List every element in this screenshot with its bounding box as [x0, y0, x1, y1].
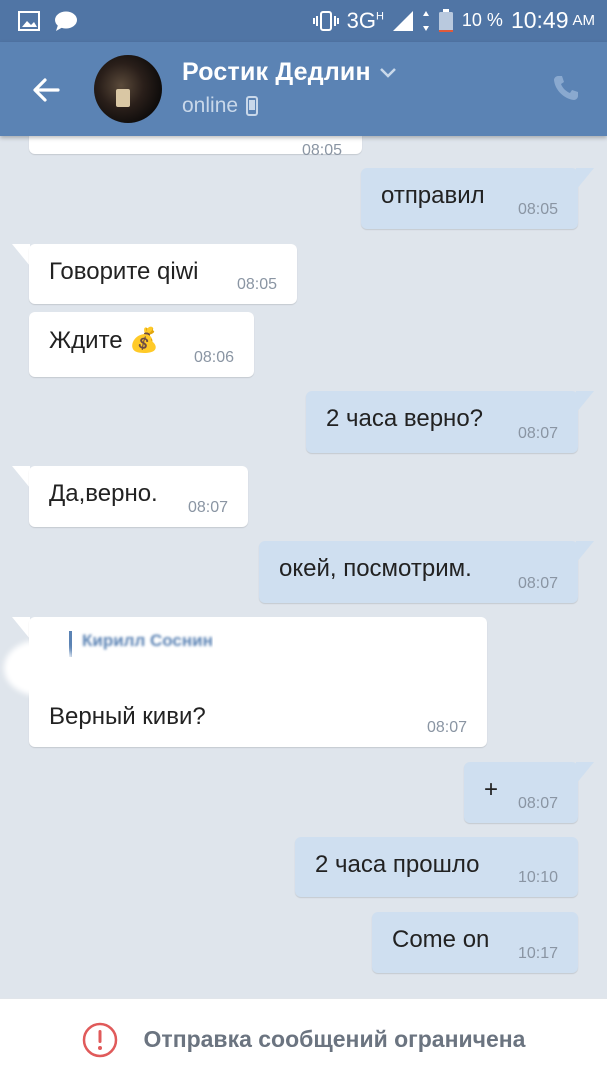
message-text: Да,верно. — [49, 480, 158, 507]
messaging-restricted-bar: Отправка сообщений ограничена — [0, 998, 607, 1080]
back-arrow-icon[interactable] — [28, 72, 64, 108]
message-text: 2 часа верно? — [326, 405, 484, 432]
message-text: Верный киви? — [49, 703, 206, 730]
bubble-tail — [576, 391, 594, 413]
message-list[interactable]: 08:05 отправил 08:05 Говорите qiwi 08:05… — [0, 136, 607, 998]
message-bubble-incoming[interactable]: Говорите qiwi 08:05 — [29, 244, 297, 304]
message-time: 08:05 — [517, 201, 558, 218]
message-bubble-outgoing[interactable]: 2 часа верно? 08:07 — [306, 391, 578, 453]
bubble-tail — [12, 244, 30, 266]
message-bubble-outgoing[interactable]: 2 часа прошло 10:10 — [295, 837, 578, 897]
reply-quote[interactable]: Кирилл Соснин — [69, 631, 213, 657]
chat-header: Ростик Дедлин online — [0, 42, 607, 136]
presence: online — [182, 94, 259, 118]
message-bubble-outgoing[interactable]: окей, посмотрим. 08:07 — [259, 541, 578, 603]
mobile-icon — [246, 96, 259, 116]
message-time: 08:07 — [517, 575, 558, 592]
message-bubble-incoming[interactable]: Ждите 💰 08:06 — [29, 312, 254, 377]
message-text: Come on — [392, 926, 490, 953]
message-text: Говорите qiwi — [49, 258, 199, 285]
message-text: отправил — [381, 182, 485, 209]
alert-circle-icon — [82, 1022, 117, 1057]
message-time: 08:06 — [193, 349, 234, 366]
message-bubble-incoming-reply[interactable]: Кирилл Соснин Верный киви? 08:07 — [29, 617, 487, 747]
bubble-tail — [576, 762, 594, 784]
data-arrows-icon — [422, 10, 429, 31]
message-bubble-outgoing[interactable]: отправил 08:05 — [361, 168, 578, 229]
status-bar: 3GH 10 % 10:49 AM — [0, 0, 607, 42]
avatar[interactable] — [94, 55, 162, 123]
message-text: окей, посмотрим. — [279, 555, 472, 582]
message-time: 08:07 — [426, 719, 467, 736]
message-time: 08:05 — [301, 142, 342, 159]
clock: 10:49 — [510, 7, 569, 33]
signal-icon — [392, 10, 413, 31]
message-time: 08:07 — [517, 425, 558, 442]
bubble-tail — [12, 617, 30, 639]
battery-percent: 10 % — [461, 10, 503, 30]
message-text: Ждите 💰 — [49, 327, 160, 354]
message-time: 08:05 — [236, 276, 277, 293]
message-time: 08:07 — [517, 795, 558, 812]
network-type: 3GH — [346, 7, 384, 33]
message-text: 2 часа прошло — [315, 851, 480, 878]
message-bubble-incoming[interactable]: 08:05 — [29, 136, 362, 159]
message-text: + — [484, 776, 499, 803]
message-bubble-incoming[interactable]: Да,верно. 08:07 — [29, 466, 248, 527]
chevron-down-icon — [379, 67, 396, 78]
gallery-notification-icon — [18, 11, 40, 31]
message-bubble-outgoing[interactable]: + 08:07 — [464, 762, 578, 823]
contact-name: Ростик Дедлин — [182, 58, 371, 86]
battery-icon — [438, 8, 453, 32]
reply-author: Кирилл Соснин — [82, 631, 213, 650]
message-time: 10:17 — [517, 945, 558, 962]
contact-name-row[interactable]: Ростик Дедлин — [182, 58, 397, 87]
redaction-smudge — [10, 646, 70, 690]
bubble-tail — [12, 466, 30, 488]
message-time: 10:10 — [517, 869, 558, 886]
vibrate-icon — [312, 10, 339, 31]
message-notification-icon — [55, 11, 77, 31]
bubble-tail — [576, 168, 594, 190]
presence-status: online — [182, 94, 239, 117]
message-time: 08:07 — [187, 499, 228, 516]
message-bubble-outgoing[interactable]: Come on 10:17 — [372, 912, 578, 973]
restriction-notice: Отправка сообщений ограничена — [143, 1026, 526, 1052]
clock-ampm: AM — [572, 12, 596, 29]
phone-icon[interactable] — [551, 73, 581, 103]
bubble-tail — [576, 541, 594, 563]
